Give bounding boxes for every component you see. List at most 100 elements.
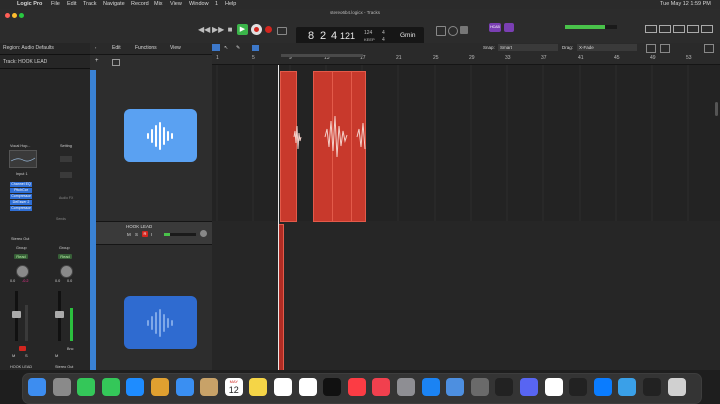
music-icon[interactable] <box>347 378 366 396</box>
track-icon-tile-25[interactable] <box>124 296 197 349</box>
hcab-badge[interactable]: HCAB <box>489 23 501 32</box>
menu-window[interactable]: Window <box>189 0 209 9</box>
finder-icon[interactable] <box>28 378 46 396</box>
track-input-monitor-button[interactable]: I <box>151 232 152 237</box>
track-inspector-label[interactable]: Track: HOOK LEAD <box>3 59 47 65</box>
menu-1[interactable]: 1 <box>215 0 218 9</box>
menu-logic-pro[interactable]: Logic Pro <box>17 0 42 9</box>
grid-tool-icon[interactable] <box>212 44 220 51</box>
pan-knob-left[interactable] <box>16 265 29 278</box>
track-icon-tile-24[interactable] <box>124 109 197 162</box>
menu-view[interactable]: View <box>170 0 182 9</box>
automation-read-left[interactable]: Read <box>14 254 28 259</box>
window-minimize-button[interactable] <box>12 13 17 18</box>
calendar-icon[interactable]: MAY 12 <box>224 378 243 396</box>
master-volume-meter[interactable] <box>565 25 617 29</box>
utility-icon[interactable] <box>618 378 637 396</box>
window-close-button[interactable] <box>5 13 10 18</box>
edit-menu[interactable]: Edit <box>112 45 121 51</box>
group-label-left[interactable]: Group <box>16 246 27 250</box>
region-inspector-label[interactable]: Region: Audio Defaults <box>3 45 54 51</box>
eq-thumbnail[interactable] <box>9 150 37 168</box>
functions-menu[interactable]: Functions <box>135 45 157 51</box>
discord-icon[interactable] <box>520 378 538 396</box>
contacts-icon[interactable] <box>200 378 219 396</box>
launchpad-icon[interactable] <box>52 378 71 396</box>
app-store-icon[interactable] <box>421 378 440 396</box>
duplicate-track-icon[interactable] <box>112 59 120 66</box>
snap-dropdown[interactable]: Smart <box>498 44 558 51</box>
arrange-area[interactable] <box>212 54 720 370</box>
track-record-button[interactable]: R <box>142 231 148 237</box>
messenger-icon[interactable] <box>593 378 612 396</box>
solo-button-left[interactable]: S <box>25 353 28 358</box>
reminders-icon[interactable] <box>274 378 292 396</box>
rewind-button[interactable]: ◀◀ <box>198 25 210 35</box>
mail-icon[interactable] <box>175 378 194 396</box>
chevron-left-icon[interactable]: ‹ <box>95 45 96 50</box>
add-track-icon[interactable]: + <box>95 58 99 64</box>
safari-icon[interactable] <box>126 378 145 396</box>
plugin-pitchcor[interactable]: PitchCor <box>10 188 32 193</box>
mute-button-left[interactable]: M <box>12 353 15 358</box>
volume-fader-left[interactable] <box>12 311 21 318</box>
news-icon[interactable] <box>372 378 391 396</box>
preview-icon[interactable] <box>446 378 465 396</box>
terminal-icon[interactable] <box>643 378 661 396</box>
setting-label[interactable]: Setting <box>60 144 72 148</box>
track-volume-slider[interactable] <box>164 233 196 236</box>
editors-view-icon[interactable] <box>687 25 699 33</box>
automation-read-right[interactable]: Read <box>58 254 72 259</box>
window-zoom-button[interactable] <box>19 13 24 18</box>
play-button[interactable]: ▶ <box>237 24 248 35</box>
zoom-vertical-icon[interactable] <box>660 44 670 53</box>
track-pan-knob[interactable] <box>200 230 207 237</box>
view-menu[interactable]: View <box>170 45 181 51</box>
record-enable-icon[interactable] <box>19 346 26 351</box>
menubar-clock[interactable]: Tue May 12 1:59 PM <box>660 0 711 9</box>
record-button[interactable] <box>251 24 262 35</box>
system-settings-icon[interactable] <box>397 378 415 396</box>
menu-help[interactable]: Help <box>225 0 236 9</box>
cycle-range[interactable] <box>281 54 363 57</box>
stop-button[interactable]: ■ <box>226 25 234 35</box>
tuner-icon[interactable] <box>460 26 468 34</box>
input-label[interactable]: Input 1 <box>16 172 28 176</box>
keyboard-icon[interactable] <box>569 378 588 396</box>
messages-icon[interactable] <box>77 378 96 396</box>
photos-icon[interactable] <box>151 378 169 396</box>
metronome-icon[interactable] <box>448 26 458 36</box>
flex-tool-icon[interactable] <box>252 45 259 51</box>
pointer-tool-icon[interactable]: ↖ <box>224 45 228 51</box>
library-view-icon[interactable] <box>673 25 685 33</box>
loops-view-icon[interactable] <box>701 25 713 33</box>
cycle-icon[interactable] <box>277 27 287 35</box>
setting-slot[interactable] <box>60 156 72 162</box>
menu-edit[interactable]: Edit <box>67 0 76 9</box>
fullscreen-icon[interactable] <box>704 44 714 53</box>
help-icon[interactable] <box>470 378 489 396</box>
pencil-tool-icon[interactable]: ✎ <box>236 45 240 51</box>
drag-dropdown[interactable]: X-Fade <box>577 44 637 51</box>
menu-track[interactable]: Track <box>83 0 97 9</box>
volume-fader-right[interactable] <box>55 311 64 318</box>
capture-record-icon[interactable] <box>265 26 272 33</box>
menu-file[interactable]: File <box>51 0 60 9</box>
track-solo-button[interactable]: S <box>135 232 138 237</box>
track-mute-button[interactable]: M <box>127 232 131 237</box>
group-label-right[interactable]: Group <box>59 246 70 250</box>
menu-record[interactable]: Record <box>131 0 149 9</box>
vertical-scrollbar[interactable] <box>715 102 718 116</box>
plugin-channel-eq[interactable]: Channel EQ <box>10 182 32 187</box>
logic-icon[interactable] <box>495 378 514 396</box>
chrome-icon[interactable] <box>544 378 563 396</box>
track-header-hook-lead[interactable]: HOOK LEAD M S R I <box>96 221 212 245</box>
menu-mix[interactable]: Mix <box>154 0 163 9</box>
mute-button-right[interactable]: M <box>55 353 58 358</box>
mixer-view-icon[interactable] <box>645 25 657 33</box>
bounce-button[interactable]: Bnc <box>67 347 74 351</box>
stereo-out-label[interactable]: Stereo Out <box>11 237 29 241</box>
facetime-icon[interactable] <box>101 378 120 396</box>
pan-knob-right[interactable] <box>60 265 73 278</box>
freeform-icon[interactable] <box>298 378 317 396</box>
